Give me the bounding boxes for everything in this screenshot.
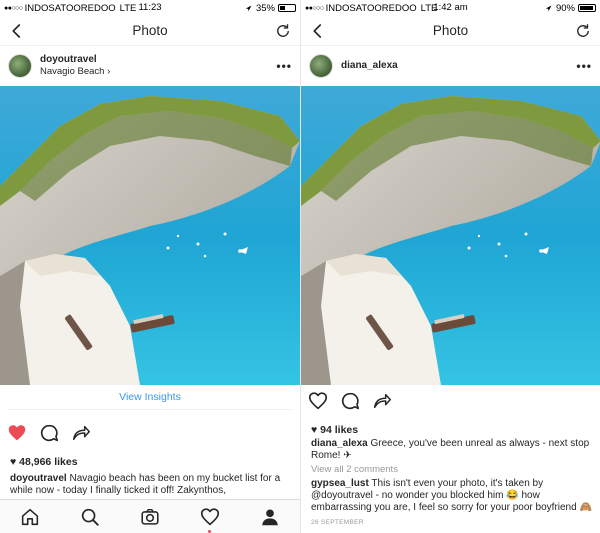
signal-strength-icon: ●●○○○ (305, 4, 324, 12)
carrier-name: INDOSATOOREDOO (24, 2, 116, 14)
page-title: Photo (432, 23, 469, 38)
likes-count[interactable]: ♥ 48,966 likes (10, 456, 78, 468)
battery-percent: 90% (555, 2, 575, 14)
divider (8, 409, 292, 410)
profile-icon[interactable] (259, 506, 281, 528)
heart-icon (199, 506, 221, 528)
avatar[interactable] (8, 54, 32, 78)
likes-text[interactable]: 48,966 likes (19, 456, 77, 468)
refresh-icon[interactable] (574, 22, 592, 40)
right-screenshot: ●●○○○ INDOSATOOREDOO LTE 1:42 am 90% Pho… (300, 0, 600, 533)
share-icon[interactable] (70, 422, 92, 444)
post-caption: doyoutravel Navagio beach has been on my… (10, 473, 292, 497)
post-actions (307, 390, 393, 412)
post-actions (6, 422, 92, 444)
post-location[interactable]: Navagio Beach › (40, 66, 110, 78)
post-username[interactable]: doyoutravel (40, 54, 110, 66)
back-chevron-icon[interactable] (8, 22, 26, 40)
comment-icon[interactable] (339, 390, 361, 412)
notification-dot (208, 529, 211, 533)
post-caption: diana_alexa Greece, you've been unreal a… (311, 438, 592, 462)
caption-username[interactable]: diana_alexa (311, 438, 368, 449)
navigation-bar: Photo (301, 16, 600, 46)
battery-icon (278, 4, 296, 12)
navigation-bar: Photo (0, 16, 300, 46)
more-options-button[interactable]: ••• (576, 59, 592, 73)
battery-percent: 35% (255, 2, 275, 14)
back-chevron-icon[interactable] (309, 22, 327, 40)
network-type: LTE (119, 2, 137, 14)
page-title: Photo (132, 23, 168, 38)
activity-tab[interactable] (199, 506, 221, 533)
refresh-icon[interactable] (274, 22, 292, 40)
network-type: LTE (420, 2, 438, 14)
like-heart-icon[interactable] (307, 390, 329, 412)
beach-photo-image (0, 86, 300, 385)
bottom-tab-bar (0, 499, 300, 533)
more-options-button[interactable]: ••• (276, 59, 292, 73)
share-icon[interactable] (371, 390, 393, 412)
status-bar: ●●○○○ INDOSATOOREDOO LTE 1:42 am 90% (301, 0, 600, 16)
battery-icon (578, 4, 596, 12)
post-header: doyoutravel Navagio Beach › ••• (0, 46, 300, 86)
location-arrow-icon (544, 4, 553, 13)
like-heart-filled-icon[interactable] (6, 422, 28, 444)
view-all-comments-link[interactable]: View all 2 comments (311, 464, 398, 475)
location-arrow-icon (244, 4, 253, 13)
location-label[interactable]: Navagio Beach (40, 66, 104, 77)
caption-username[interactable]: doyoutravel (10, 473, 67, 484)
carrier-name: INDOSATOOREDOO (325, 2, 417, 14)
comment: gypsea_lust This isn't even your photo, … (311, 478, 592, 514)
camera-icon[interactable] (139, 506, 161, 528)
post-username[interactable]: diana_alexa (341, 60, 398, 72)
comment-username[interactable]: gypsea_lust (311, 478, 369, 489)
likes-count[interactable]: ♥ 94 likes (311, 424, 358, 436)
post-photo[interactable] (0, 86, 300, 385)
signal-strength-icon: ●●○○○ (4, 4, 23, 12)
search-icon[interactable] (79, 506, 101, 528)
beach-photo-image (301, 86, 600, 385)
view-insights-link[interactable]: View Insights (0, 391, 300, 403)
post-date: 26 SEPTEMBER (311, 519, 364, 526)
chevron-right-icon: › (107, 66, 111, 77)
home-icon[interactable] (19, 506, 41, 528)
avatar[interactable] (309, 54, 333, 78)
post-header: diana_alexa ••• (301, 46, 600, 86)
comment-icon[interactable] (38, 422, 60, 444)
status-bar: ●●○○○ INDOSATOOREDOO LTE 11:23 35% (0, 0, 300, 16)
left-screenshot: ●●○○○ INDOSATOOREDOO LTE 11:23 35% Photo… (0, 0, 300, 533)
likes-text[interactable]: 94 likes (320, 424, 358, 436)
post-photo[interactable] (301, 86, 600, 385)
